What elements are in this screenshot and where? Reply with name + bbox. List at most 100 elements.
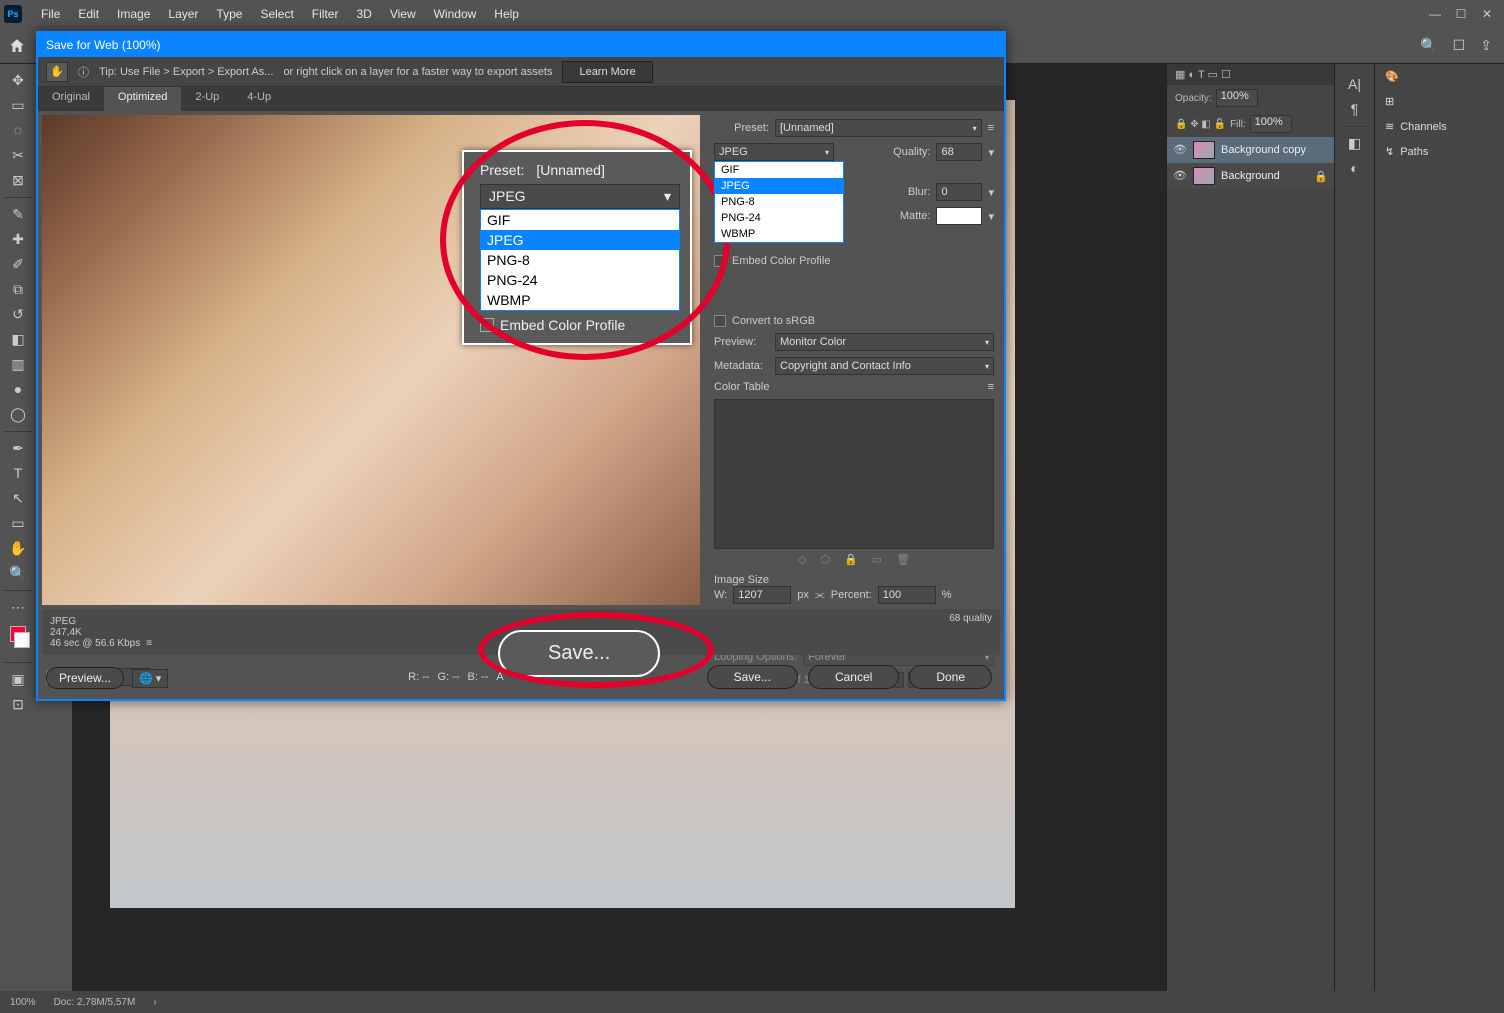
chevron-down-icon[interactable]: ▾ — [988, 210, 994, 223]
hand-tool-icon[interactable]: ✋ — [4, 536, 32, 560]
glyphs-panel-icon[interactable]: ◧ — [1341, 131, 1369, 155]
swatches-panel-icon[interactable]: ⊞ — [1375, 89, 1504, 114]
lock-icons[interactable]: 🔒 ✥ ◧ 🔓 — [1175, 119, 1226, 130]
crop-tool-icon[interactable]: ✂ — [4, 143, 32, 167]
opacity-value[interactable]: 100% — [1216, 89, 1258, 107]
popup-option-png24[interactable]: PNG-24 — [481, 270, 679, 290]
ct-icon-4[interactable]: ▭ — [872, 553, 882, 566]
cancel-button[interactable]: Cancel — [808, 665, 899, 689]
color-panel-icon[interactable]: 🎨 — [1375, 64, 1504, 89]
rectangle-tool-icon[interactable]: ▭ — [4, 511, 32, 535]
link-icon[interactable]: ⫘ — [815, 589, 825, 602]
preview-button[interactable]: Preview... — [46, 667, 124, 689]
preset-select[interactable]: [Unnamed]▾ — [775, 119, 982, 137]
paths-tab[interactable]: ↯Paths — [1375, 139, 1504, 164]
eyedropper-icon[interactable]: ✎ — [4, 202, 32, 226]
ct-icon-2[interactable]: ⬠ — [820, 553, 830, 566]
path-select-icon[interactable]: ↖ — [4, 486, 32, 510]
tab-4up[interactable]: 4-Up — [233, 87, 285, 111]
fill-value[interactable]: 100% — [1250, 115, 1292, 133]
workspace-icon[interactable]: ☐ — [1453, 37, 1466, 53]
popup-format-select[interactable]: JPEG▾ — [480, 184, 680, 209]
menu-help[interactable]: Help — [485, 7, 528, 21]
maximize-button[interactable]: ☐ — [1448, 4, 1474, 24]
adjustments-panel-icon[interactable]: ◐ — [1341, 156, 1369, 180]
home-icon[interactable] — [6, 35, 28, 57]
ct-icon-3[interactable]: 🔒 — [844, 553, 858, 566]
menu-layer[interactable]: Layer — [159, 7, 207, 21]
visibility-icon[interactable]: 👁 — [1173, 143, 1187, 157]
clone-stamp-icon[interactable]: ⧉ — [4, 277, 32, 301]
type-tool-icon[interactable]: T — [4, 461, 32, 485]
share-icon[interactable]: ⇪ — [1480, 37, 1492, 53]
popup-embed-checkbox[interactable] — [480, 318, 494, 332]
search-icon[interactable]: 🔍 — [1420, 37, 1437, 53]
menu-type[interactable]: Type — [207, 7, 251, 21]
tab-optimized[interactable]: Optimized — [104, 87, 182, 111]
menu-edit[interactable]: Edit — [69, 7, 108, 21]
chevron-down-icon[interactable]: ▾ — [988, 146, 994, 159]
annotation-save-popup[interactable]: Save... — [498, 630, 660, 677]
menu-select[interactable]: Select — [251, 7, 302, 21]
browser-preview-icon[interactable]: 🌐 ▾ — [132, 669, 168, 688]
more-tools-icon[interactable]: ⋯ — [4, 595, 32, 619]
format-option-jpeg[interactable]: JPEG — [715, 178, 843, 194]
preview-select[interactable]: Monitor Color▾ — [775, 333, 994, 351]
menu-window[interactable]: Window — [425, 7, 486, 21]
done-button[interactable]: Done — [909, 665, 992, 689]
color-table-box[interactable] — [714, 399, 994, 549]
pen-tool-icon[interactable]: ✒ — [4, 436, 32, 460]
text-panel-icon[interactable]: A| — [1341, 72, 1369, 96]
format-option-wbmp[interactable]: WBMP — [715, 226, 843, 242]
dodge-tool-icon[interactable]: ◯ — [4, 402, 32, 426]
visibility-icon[interactable]: 👁 — [1173, 169, 1187, 183]
menu-view[interactable]: View — [381, 7, 425, 21]
gradient-tool-icon[interactable]: ▥ — [4, 352, 32, 376]
format-option-png24[interactable]: PNG-24 — [715, 210, 843, 226]
blur-input[interactable] — [936, 183, 982, 201]
bandwidth-menu-icon[interactable]: ≡ — [146, 638, 152, 649]
minimize-button[interactable]: — — [1422, 4, 1448, 24]
learn-more-button[interactable]: Learn More — [562, 61, 652, 83]
dialog-titlebar[interactable]: Save for Web (100%) — [38, 33, 1004, 57]
quality-input[interactable] — [936, 143, 982, 161]
screenmode-icon[interactable]: ⊡ — [4, 692, 32, 716]
eraser-tool-icon[interactable]: ◧ — [4, 327, 32, 351]
metadata-select[interactable]: Copyright and Contact Info▾ — [775, 357, 994, 375]
background-swatch[interactable] — [14, 632, 30, 648]
menu-3d[interactable]: 3D — [347, 7, 380, 21]
status-zoom[interactable]: 100% — [10, 997, 36, 1008]
tab-2up[interactable]: 2-Up — [181, 87, 233, 111]
paragraph-panel-icon[interactable]: ¶ — [1341, 97, 1369, 121]
matte-swatch[interactable] — [936, 207, 982, 225]
menu-file[interactable]: File — [32, 7, 69, 21]
convert-srgb-checkbox[interactable] — [714, 315, 726, 327]
blur-tool-icon[interactable]: ● — [4, 377, 32, 401]
close-button[interactable]: ✕ — [1474, 4, 1500, 24]
move-tool-icon[interactable]: ✥ — [4, 68, 32, 92]
format-option-png8[interactable]: PNG-8 — [715, 194, 843, 210]
popup-option-gif[interactable]: GIF — [481, 210, 679, 230]
popup-option-wbmp[interactable]: WBMP — [481, 290, 679, 310]
channels-tab[interactable]: ≋Channels — [1375, 114, 1504, 139]
layer-row[interactable]: 👁 Background copy — [1167, 137, 1334, 163]
menu-image[interactable]: Image — [108, 7, 159, 21]
healing-brush-icon[interactable]: ✚ — [4, 227, 32, 251]
width-input[interactable] — [733, 586, 791, 604]
popup-option-jpeg[interactable]: JPEG — [481, 230, 679, 250]
lasso-tool-icon[interactable]: ◌ — [4, 118, 32, 142]
preset-menu-icon[interactable]: ≡ — [988, 122, 994, 134]
layer-row[interactable]: 👁 Background 🔒 — [1167, 163, 1334, 189]
brush-tool-icon[interactable]: ✐ — [4, 252, 32, 276]
marquee-tool-icon[interactable]: ▭ — [4, 93, 32, 117]
frame-tool-icon[interactable]: ⊠ — [4, 168, 32, 192]
status-caret-icon[interactable]: › — [153, 997, 156, 1008]
tab-original[interactable]: Original — [38, 87, 104, 111]
popup-option-png8[interactable]: PNG-8 — [481, 250, 679, 270]
color-table-menu-icon[interactable]: ≡ — [988, 381, 994, 393]
percent-input[interactable] — [878, 586, 936, 604]
format-select[interactable]: JPEG▾ — [714, 143, 834, 161]
save-button[interactable]: Save... — [707, 665, 798, 689]
menu-filter[interactable]: Filter — [303, 7, 348, 21]
zoom-tool-icon[interactable]: 🔍 — [4, 561, 32, 585]
